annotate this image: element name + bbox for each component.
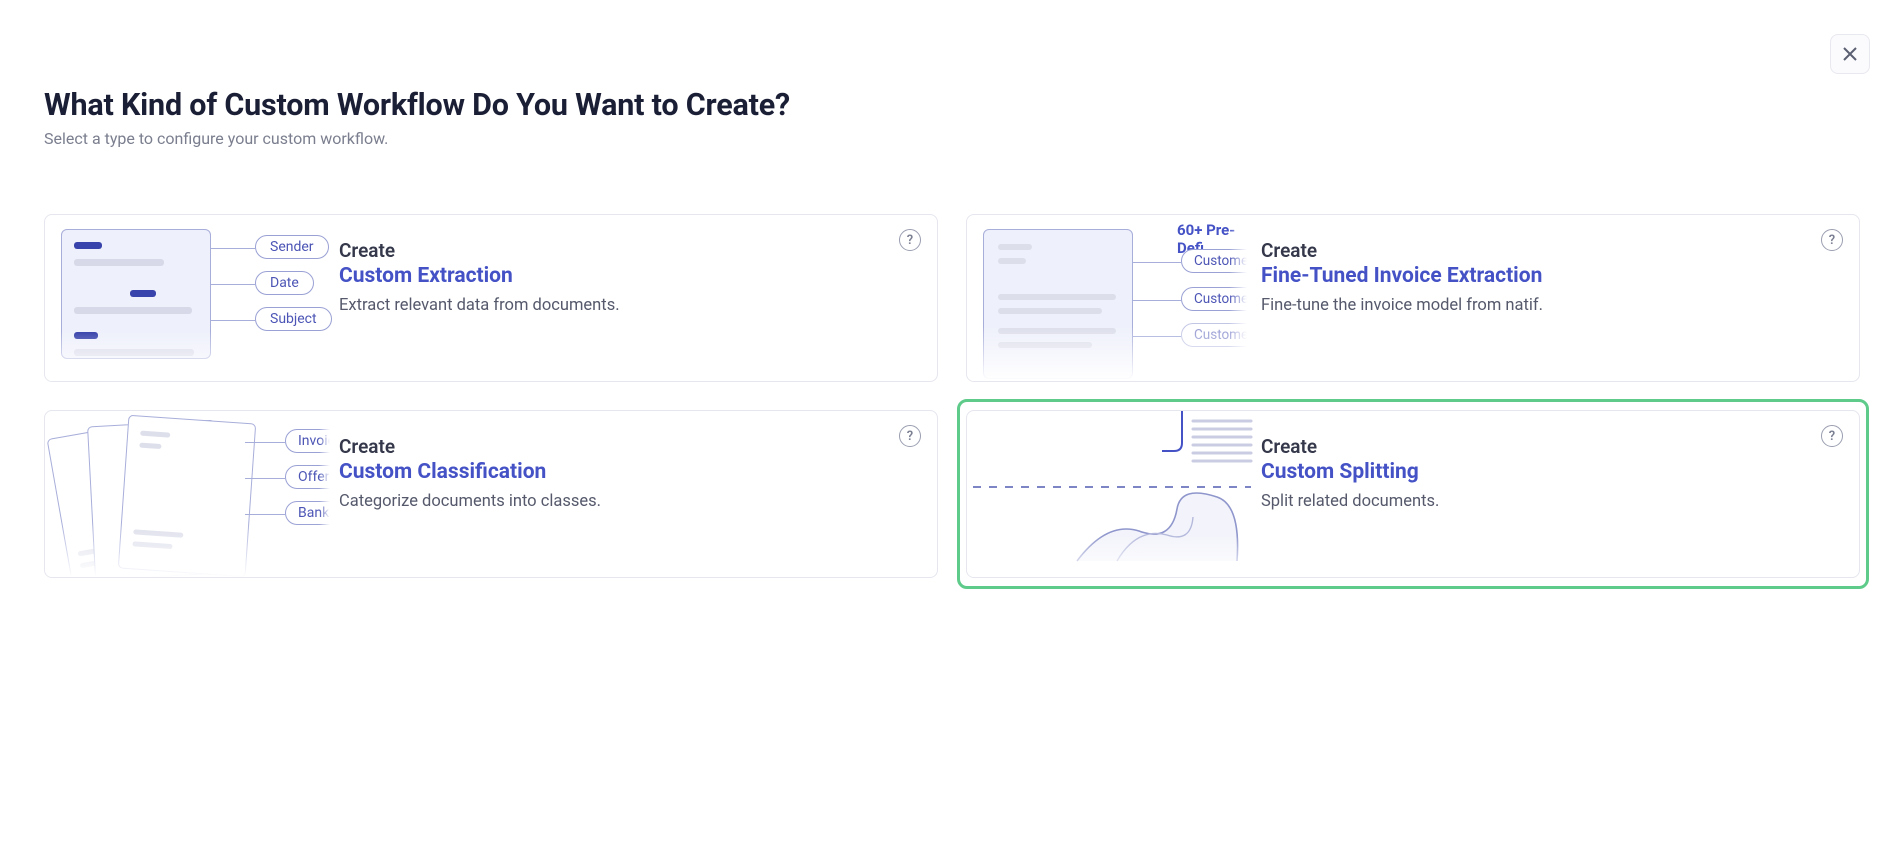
card-type-label: Custom Splitting — [1261, 460, 1817, 484]
splitting-illustration — [967, 411, 1257, 577]
help-icon[interactable]: ? — [1821, 425, 1843, 447]
card-create-label: Create — [339, 239, 895, 262]
card-description: Split related documents. — [1261, 490, 1817, 513]
card-type-label: Custom Classification — [339, 460, 895, 484]
card-type-label: Custom Extraction — [339, 264, 895, 288]
close-button[interactable] — [1830, 34, 1870, 74]
classification-illustration: Invoice Offer Bank S — [45, 411, 335, 577]
card-description: Extract relevant data from documents. — [339, 294, 895, 317]
card-description: Categorize documents into classes. — [339, 490, 895, 513]
help-icon[interactable]: ? — [899, 229, 921, 251]
help-icon[interactable]: ? — [899, 425, 921, 447]
pill-date: Date — [255, 271, 314, 295]
card-custom-extraction[interactable]: Sender Date Subject Create Custom Extrac… — [44, 214, 938, 382]
finetune-illustration: 60+ Pre-Defi Customer Customer . Custome… — [967, 215, 1257, 381]
card-finetune-invoice[interactable]: 60+ Pre-Defi Customer Customer . Custome… — [966, 214, 1860, 382]
close-icon — [1843, 47, 1857, 61]
page-title: What Kind of Custom Workflow Do You Want… — [44, 88, 1860, 123]
page-content: What Kind of Custom Workflow Do You Want… — [0, 0, 1904, 578]
pill-sender: Sender — [255, 235, 329, 259]
card-create-label: Create — [1261, 435, 1817, 458]
help-icon[interactable]: ? — [1821, 229, 1843, 251]
workflow-cards-grid: Sender Date Subject Create Custom Extrac… — [44, 214, 1860, 578]
extraction-illustration: Sender Date Subject — [45, 215, 335, 381]
page-subtitle: Select a type to configure your custom w… — [44, 129, 1860, 148]
card-custom-classification[interactable]: Invoice Offer Bank S Create Custom Class… — [44, 410, 938, 578]
card-custom-splitting[interactable]: Create Custom Splitting Split related do… — [966, 410, 1860, 578]
pill-subject: Subject — [255, 307, 332, 331]
card-create-label: Create — [339, 435, 895, 458]
card-create-label: Create — [1261, 239, 1817, 262]
card-description: Fine-tune the invoice model from natif. — [1261, 294, 1817, 317]
card-type-label: Fine-Tuned Invoice Extraction — [1261, 264, 1817, 288]
card-highlight-frame: Create Custom Splitting Split related do… — [957, 399, 1869, 589]
